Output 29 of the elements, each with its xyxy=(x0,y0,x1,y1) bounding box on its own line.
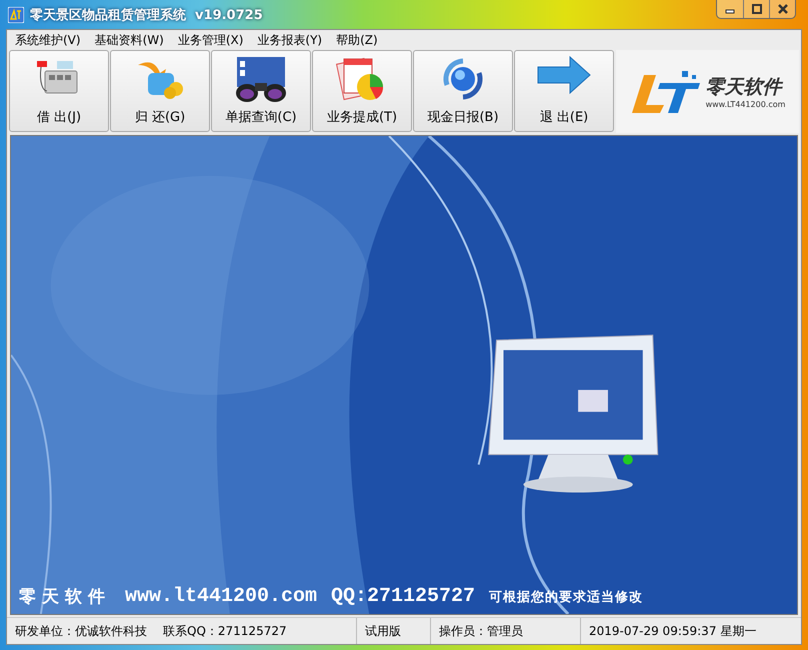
toolbar-button[interactable]: 业务提成(T) xyxy=(312,50,412,132)
banner-brand: 零天软件 xyxy=(19,586,111,608)
logo-name: 零天软件 xyxy=(706,75,784,100)
app-icon xyxy=(8,6,24,22)
status-text: 试用版 xyxy=(365,622,401,640)
toolbar-button[interactable]: 借 出(J) xyxy=(9,50,109,132)
status-text: 操作员：管理员 xyxy=(439,622,523,640)
toolbar-button[interactable]: 单据查询(C) xyxy=(211,50,311,132)
close-icon xyxy=(778,4,788,14)
menu-item[interactable]: 系统维护(V) xyxy=(15,32,81,48)
banner-website: www.lt441200.com xyxy=(125,585,318,608)
menu-item[interactable]: 基础资料(W) xyxy=(94,32,164,48)
logo-icon xyxy=(630,68,702,114)
banner-note: 可根据您的要求适当修改 xyxy=(489,588,644,606)
banner-qq: QQ:271125727 xyxy=(331,585,476,608)
toolbar-button[interactable]: 退 出(E) xyxy=(514,50,614,132)
status-text: 研发单位：优诚软件科技 xyxy=(15,622,147,640)
maximize-icon xyxy=(752,4,762,14)
status-text: 2019-07-29 09:59:37 星期一 xyxy=(589,622,756,640)
binoculars-icon xyxy=(233,55,289,103)
status-text: 联系QQ：271125727 xyxy=(163,622,287,640)
toolbar-button[interactable]: 归 还(G) xyxy=(110,50,210,132)
right-arrow-icon xyxy=(536,55,592,95)
menu-item[interactable]: 帮助(Z) xyxy=(336,32,378,48)
window-title: 零天景区物品租赁管理系统 v19.0725 xyxy=(30,6,263,24)
logo-url: www.LT441200.com xyxy=(706,100,786,109)
toolbar-button[interactable]: 现金日报(B) xyxy=(413,50,513,132)
menu-item[interactable]: 业务报表(Y) xyxy=(257,32,322,48)
menu-item[interactable]: 业务管理(X) xyxy=(178,32,244,48)
